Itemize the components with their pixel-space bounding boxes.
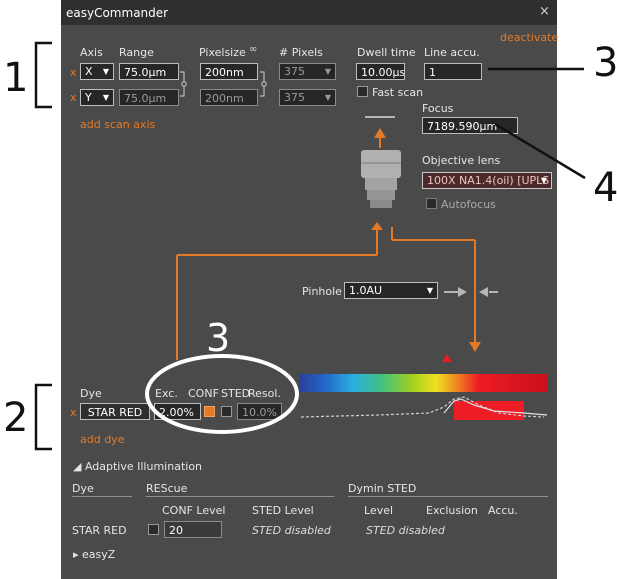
annotation-3-circle: 3 [206, 316, 231, 360]
annotation-4: 4 [593, 165, 617, 211]
annotation-2: 2 [3, 395, 29, 441]
annotation-3-top: 3 [593, 40, 617, 86]
annotation-overlay [34, 41, 586, 451]
annotation-1: 1 [3, 55, 29, 101]
